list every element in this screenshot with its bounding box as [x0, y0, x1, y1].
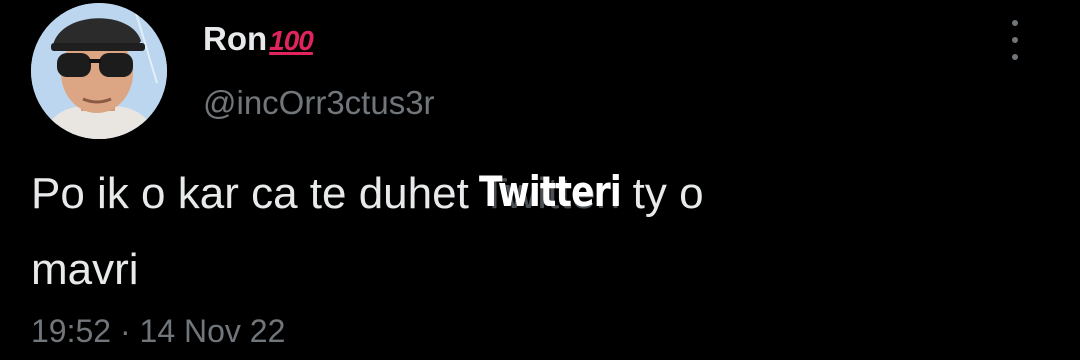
- display-name-text: Ron: [203, 20, 268, 57]
- obscured-word: Twitteri Twitteri: [479, 156, 622, 232]
- user-handle[interactable]: @incOrr3ctus3r: [203, 84, 435, 122]
- avatar-photo: [31, 3, 167, 139]
- hundred-points-icon: 100: [269, 25, 314, 56]
- tweet-timestamp[interactable]: 19:52 · 14 Nov 22: [31, 313, 285, 350]
- tweet-text: Po ik o kar ca te duhet Twitteri Twitteri…: [31, 156, 1031, 308]
- tweet-text-line2: mavri: [31, 245, 139, 294]
- tweet-text-part2: ty o: [620, 169, 704, 218]
- more-vertical-icon-dot: [1012, 37, 1018, 43]
- more-options-button[interactable]: [1003, 20, 1027, 60]
- avatar[interactable]: [31, 3, 167, 139]
- tweet-text-part1: Po ik o kar ca te duhet: [31, 169, 482, 218]
- display-name[interactable]: Ron100: [203, 20, 314, 58]
- more-vertical-icon-dot: [1012, 54, 1018, 60]
- more-vertical-icon: [1012, 20, 1018, 26]
- overlay-caption: Twitteri: [479, 167, 622, 216]
